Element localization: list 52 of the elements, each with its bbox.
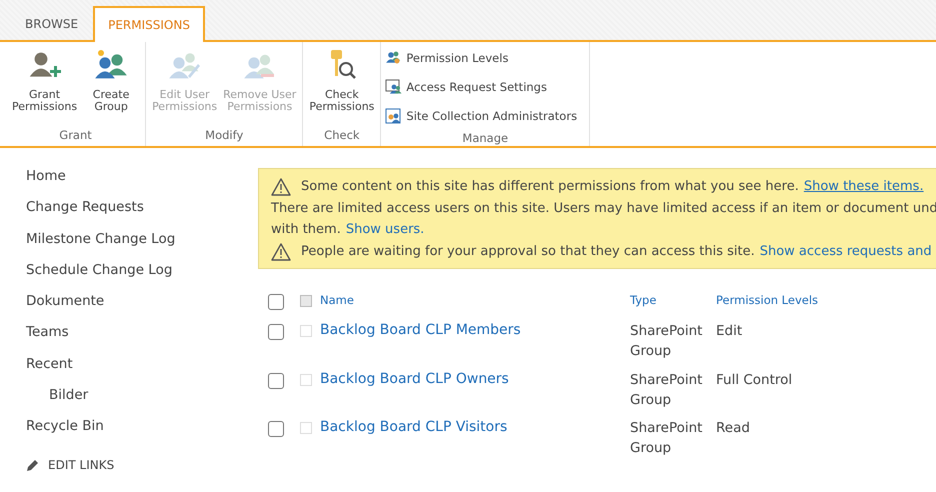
nav-link[interactable]: Recent: [26, 356, 258, 388]
square-icon: [300, 422, 312, 434]
group-label: Check: [323, 127, 361, 144]
nav-link[interactable]: Recycle Bin: [26, 418, 258, 450]
nav-link[interactable]: Dokumente: [26, 293, 258, 324]
ribbon-button[interactable]: Create Group: [81, 44, 142, 126]
ribbon-button[interactable]: Permission Levels: [385, 44, 586, 71]
ribbon-button[interactable]: Access Request Settings: [385, 73, 586, 100]
pencil-icon: [26, 458, 40, 472]
notice-link[interactable]: Show these items.: [804, 179, 924, 194]
nav-link[interactable]: Bilder: [26, 387, 258, 418]
ribbon-button[interactable]: Check Permissions: [307, 44, 376, 126]
ribbon-button[interactable]: Site Collection Administrators: [385, 102, 586, 129]
table-cell-text: Read: [716, 419, 751, 438]
column-header[interactable]: Permission Levels: [716, 293, 936, 307]
checkbox[interactable]: [268, 294, 284, 310]
edit-links-link[interactable]: EDIT LINKS: [48, 458, 114, 472]
warning-icon: [271, 242, 291, 260]
table-cell-text: Edit: [716, 322, 744, 341]
square-icon: [300, 325, 312, 337]
warning-icon: [271, 178, 291, 196]
checkbox[interactable]: [268, 324, 284, 340]
table-cell-text: Full Control: [716, 370, 794, 390]
notice-text: Some content on this site has different permissions from what you see here.: [301, 179, 799, 194]
square-icon: [300, 374, 312, 386]
table-cell-text: SharePoint Group: [630, 370, 704, 410]
nav-link[interactable]: Milestone Change Log: [26, 230, 258, 262]
ribbon-button[interactable]: Grant Permissions: [10, 44, 80, 126]
column-header[interactable]: Name: [320, 293, 630, 307]
checkbox[interactable]: [268, 372, 284, 388]
nav-link[interactable]: Schedule Change Log: [26, 262, 258, 294]
group-link[interactable]: Backlog Board CLP Owners: [320, 370, 630, 386]
notice-text: There are limited access users on this site. Users may have limited access if an item or document und: [271, 200, 936, 216]
column-header[interactable]: Type: [630, 293, 716, 307]
table-cell-text: SharePoint Group: [630, 419, 704, 458]
notice-text: People are waiting for your approval so that they can access this site.: [301, 244, 755, 258]
group-label: Modify: [204, 127, 244, 144]
square-icon: [300, 295, 312, 307]
checkbox[interactable]: [268, 421, 284, 437]
table-cell-text: SharePoint Group: [630, 322, 704, 361]
group-label: Grant: [58, 127, 93, 144]
notice-link[interactable]: Show users.: [346, 222, 424, 237]
group-link[interactable]: Backlog Board CLP Visitors: [320, 419, 630, 435]
ribbon-tab[interactable]: BROWSE: [10, 6, 94, 40]
nav-link[interactable]: Teams: [26, 324, 258, 356]
nav-link[interactable]: Home: [26, 168, 258, 200]
group-label: Manage: [461, 130, 510, 147]
group-link[interactable]: Backlog Board CLP Members: [320, 322, 630, 338]
notice-text: with them.: [271, 222, 341, 237]
notice-link[interactable]: Show access requests and: [760, 244, 932, 258]
nav-link[interactable]: Change Requests: [26, 199, 258, 231]
window-people-icon: [385, 78, 402, 94]
